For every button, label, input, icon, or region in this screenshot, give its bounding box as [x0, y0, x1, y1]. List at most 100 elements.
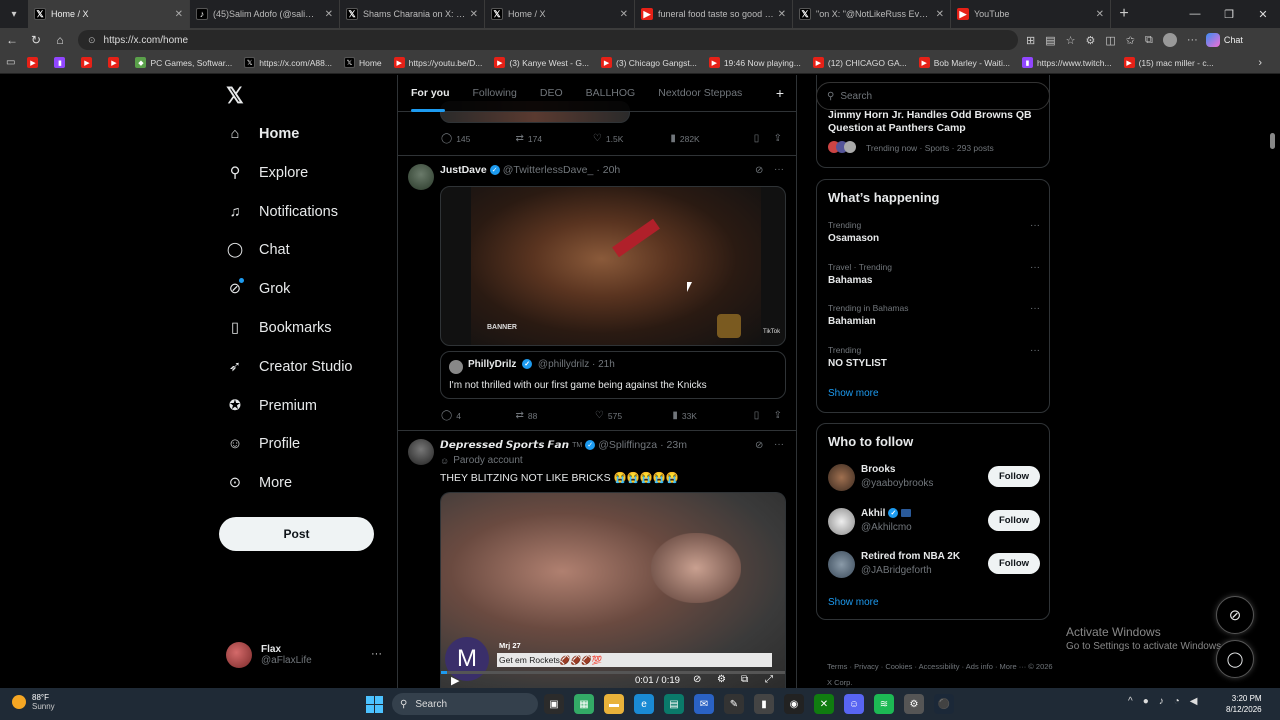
browser-tab[interactable]: ♪ (45)Salim Adofo (@salimadofo)'s v ✕: [190, 0, 340, 28]
nav-item-home[interactable]: ⌂ Home: [226, 119, 300, 149]
trend-item[interactable]: Travel · Trending Bahamas ···: [828, 262, 1040, 286]
feed-tab[interactable]: Following: [473, 75, 517, 112]
reply-button[interactable]: ◯ 4: [441, 410, 515, 421]
like-button[interactable]: ♡ 575: [595, 410, 672, 421]
trend-more-icon[interactable]: ···: [1030, 345, 1040, 356]
close-tab-icon[interactable]: ✕: [325, 9, 333, 20]
browser-tab[interactable]: 𝕏 Home / X ✕: [485, 0, 635, 28]
discord-icon[interactable]: ☺: [844, 694, 864, 714]
browser-tab[interactable]: ▶ funeral food taste so good - YouT ✕: [635, 0, 793, 28]
restore-button[interactable]: ❐: [1212, 8, 1246, 21]
settings-more-icon[interactable]: ···: [1187, 34, 1198, 46]
bookmarks-menu-icon[interactable]: ▭: [6, 57, 15, 68]
tweet-author-name[interactable]: 𝘿𝙚𝙥𝙧𝙚𝙨𝙨𝙚𝙙 𝙎𝙥𝙤𝙧𝙩𝙨 𝙁𝙖𝙣: [440, 439, 569, 451]
browser-tab[interactable]: ▶ YouTube ✕: [951, 0, 1111, 28]
follow-show-more[interactable]: Show more: [828, 597, 879, 608]
follow-suggestion[interactable]: Retired from NBA 2K @JABridgeforth Follo…: [828, 549, 1040, 583]
volume-icon[interactable]: ◀: [1190, 696, 1198, 707]
trend-more-icon[interactable]: ···: [1030, 262, 1040, 273]
split-screen-icon[interactable]: ◫: [1105, 34, 1115, 47]
post-button[interactable]: Post: [219, 517, 374, 551]
extensions-icon[interactable]: ⚙: [1086, 34, 1096, 47]
minimize-button[interactable]: —: [1178, 8, 1212, 20]
tweet-avatar[interactable]: [408, 164, 434, 190]
reply-button[interactable]: ◯ 145: [441, 133, 515, 144]
favorites-icon[interactable]: ✩: [1126, 34, 1135, 47]
account-switcher[interactable]: Flax @aFlaxLife ···: [226, 640, 386, 670]
picture-in-picture-icon[interactable]: ⧉: [741, 674, 748, 685]
bookmark-item[interactable]: ▶ (15) mac miller - c...: [1123, 57, 1214, 68]
steam-icon[interactable]: ⚫: [934, 694, 954, 714]
close-tab-icon[interactable]: ✕: [1096, 9, 1104, 20]
tweet-time[interactable]: · 23m: [660, 439, 687, 451]
back-button[interactable]: ←: [0, 33, 24, 47]
bookmark-item[interactable]: 𝕏https://x.com/A88...: [244, 57, 332, 68]
refresh-button[interactable]: ↻: [24, 33, 48, 47]
bookmark-item[interactable]: ▶ 19:46 Now playing...: [708, 57, 801, 68]
new-tab-button[interactable]: +: [1111, 5, 1137, 23]
share-button[interactable]: ⇪: [774, 133, 786, 144]
bookmark-item[interactable]: ▶ (12) CHICAGO GA...: [812, 57, 907, 68]
follow-button[interactable]: Follow: [988, 466, 1040, 487]
repost-button[interactable]: ⇄ 88: [515, 410, 594, 421]
microphone-icon[interactable]: ♪: [1159, 696, 1164, 707]
bookmark-item[interactable]: ▶: [27, 57, 42, 68]
bookmark-item[interactable]: ▶ Bob Marley - Waiti...: [918, 57, 1010, 68]
chat-fab-icon[interactable]: ◯: [1216, 640, 1254, 678]
bookmark-item[interactable]: ▶ (3) Kanye West - G...: [494, 57, 589, 68]
close-window-button[interactable]: ✕: [1246, 8, 1280, 21]
trend-item[interactable]: Trending NO STYLIST ···: [828, 345, 1040, 369]
follow-button[interactable]: Follow: [988, 553, 1040, 574]
nav-item-creator-studio[interactable]: ➶ Creator Studio: [226, 352, 353, 382]
like-button[interactable]: ♡ 1.5K: [593, 133, 670, 144]
search-input[interactable]: ⚲ Search: [816, 82, 1050, 110]
widgets-icon[interactable]: ▦: [574, 694, 594, 714]
tweet-video[interactable]: BANNER TikTok: [440, 186, 786, 346]
collections-icon[interactable]: ⧉: [1145, 34, 1153, 47]
trend-item[interactable]: Trending in Bahamas Bahamian ···: [828, 303, 1040, 327]
tweet-more-icon[interactable]: ···: [774, 439, 784, 450]
quoted-tweet[interactable]: PhillyDrilz ✓ @phillydrilz · 21h I'm not…: [440, 351, 786, 399]
suggestion-avatar[interactable]: [828, 464, 855, 491]
bookmark-item[interactable]: ▶ https://youtu.be/D...: [393, 57, 482, 68]
feed-tab[interactable]: DEO: [540, 75, 563, 112]
nav-item-grok[interactable]: ⊘ Grok: [226, 274, 290, 304]
site-info-icon[interactable]: ⊙: [88, 35, 96, 46]
tweet-author-handle[interactable]: @TwitterlessDave_: [503, 164, 594, 176]
share-button[interactable]: ⇪: [774, 410, 786, 421]
tray-overflow-icon[interactable]: ^: [1128, 696, 1133, 707]
tweet-more-icon[interactable]: ···: [774, 164, 784, 175]
account-more-icon[interactable]: ···: [371, 648, 382, 660]
copilot-chat-button[interactable]: Chat: [1205, 33, 1243, 47]
suggestion-avatar[interactable]: [828, 507, 855, 535]
bookmark-item[interactable]: ▮ https://www.twitch...: [1021, 57, 1112, 68]
settings-icon[interactable]: ⚙: [904, 694, 924, 714]
feed-tab[interactable]: Nextdoor Steppas: [658, 75, 742, 112]
app-available-icon[interactable]: ⊞: [1026, 34, 1035, 47]
taskbar-clock[interactable]: 3:20 PM 8/12/2026: [1226, 693, 1262, 715]
views-button[interactable]: ▮ 282K: [670, 133, 753, 144]
nav-item-premium[interactable]: ✪ Premium: [226, 391, 317, 421]
follow-button[interactable]: Follow: [988, 509, 1040, 531]
follow-suggestion[interactable]: Brooks @yaaboybrooks Follow: [828, 462, 1040, 496]
tweet-avatar[interactable]: [408, 439, 434, 465]
close-tab-icon[interactable]: ✕: [936, 9, 944, 20]
tab-actions-menu[interactable]: ▾: [0, 0, 28, 28]
nav-item-explore[interactable]: ⚲ Explore: [226, 158, 308, 188]
close-tab-icon[interactable]: ✕: [175, 9, 183, 20]
file-explorer-icon[interactable]: ▬: [604, 694, 624, 714]
x-logo-icon[interactable]: 𝕏: [226, 83, 244, 109]
feed-tab[interactable]: BALLHOG: [586, 75, 636, 112]
repost-button[interactable]: ⇄ 174: [515, 133, 592, 144]
bookmark-button[interactable]: ▯: [754, 133, 774, 144]
grok-explain-icon[interactable]: ⊘: [755, 440, 763, 451]
favorite-star-icon[interactable]: ☆: [1066, 34, 1076, 47]
home-button[interactable]: ⌂: [48, 33, 72, 47]
nav-item-more[interactable]: ⊙ More: [226, 468, 292, 498]
nav-item-notifications[interactable]: ♫ Notifications: [226, 197, 338, 227]
bookmark-item[interactable]: 𝕏 Home: [343, 57, 382, 68]
trend-more-icon[interactable]: ···: [1030, 220, 1040, 231]
browser-tab[interactable]: 𝕏 "on X: "@NotLikeRuss Everyone li ✕: [793, 0, 951, 28]
nav-item-profile[interactable]: ☺ Profile: [226, 429, 301, 459]
scrollbar-thumb[interactable]: [1270, 133, 1275, 149]
